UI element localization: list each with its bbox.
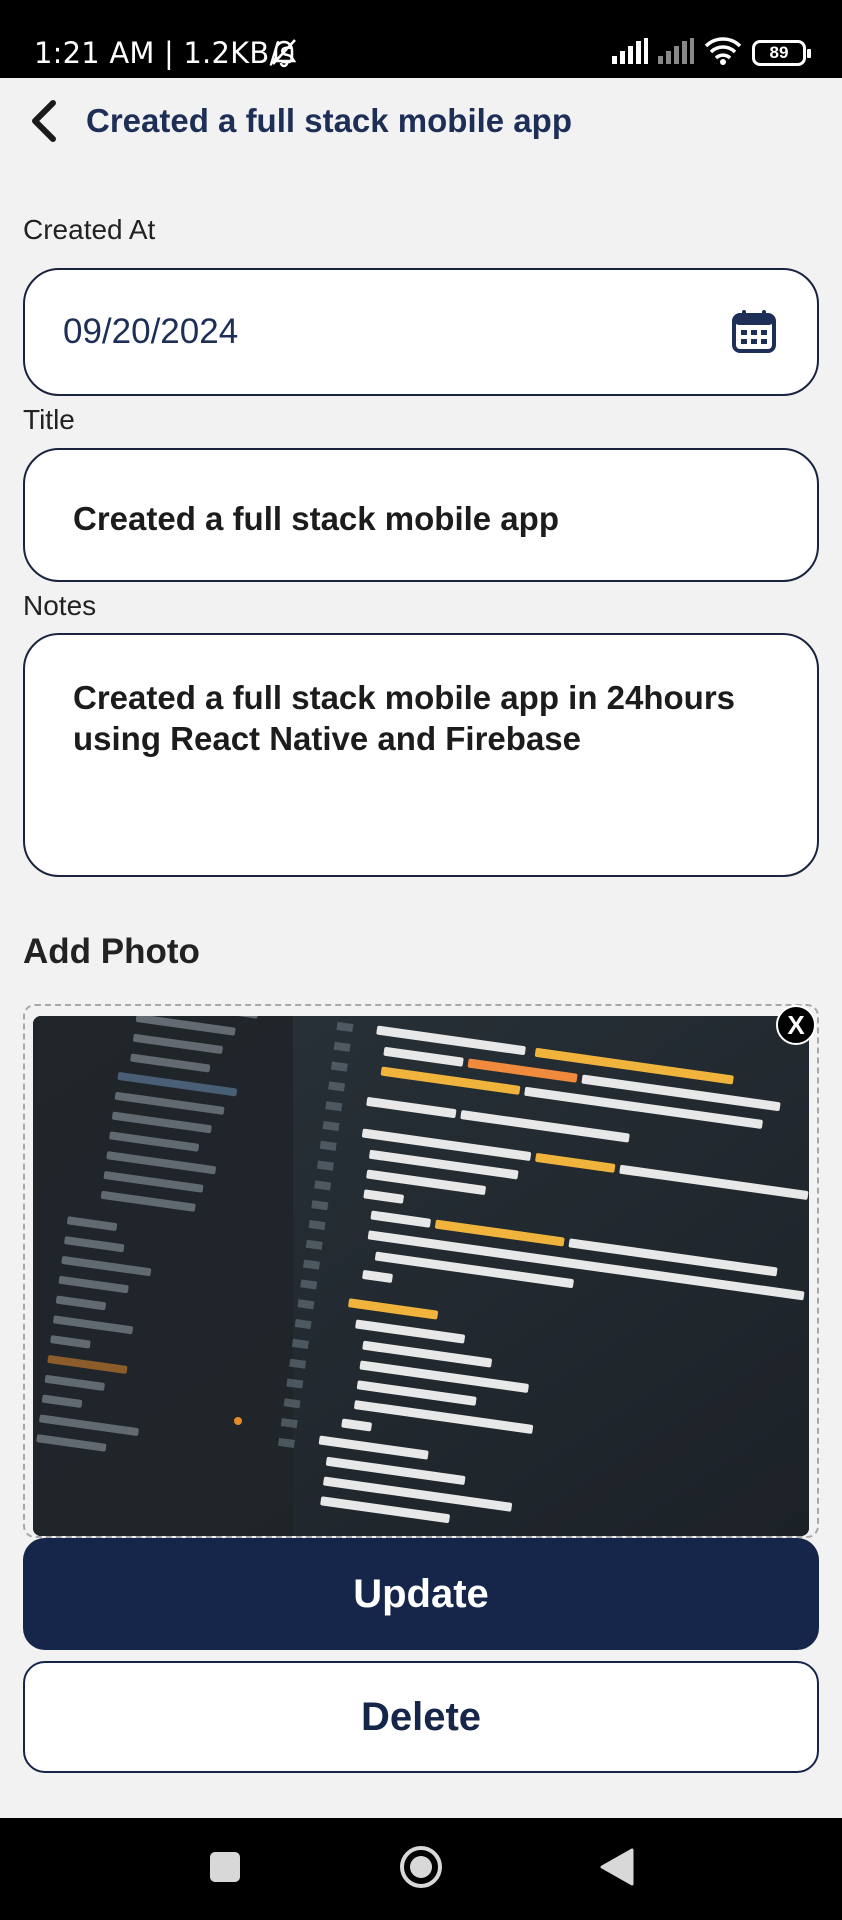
title-value: Created a full stack mobile app (73, 500, 559, 537)
signal-icon (658, 37, 694, 69)
header: Created a full stack mobile app (0, 78, 842, 168)
bell-muted-icon (268, 36, 300, 73)
photo-dropzone[interactable] (23, 1004, 819, 1538)
home-button[interactable] (386, 1818, 456, 1920)
recents-button[interactable] (190, 1818, 260, 1920)
date-field[interactable]: 09/20/2024 (23, 268, 819, 396)
signal-icon (612, 37, 648, 69)
title-input[interactable]: Created a full stack mobile app (23, 448, 819, 582)
date-value: 09/20/2024 (63, 312, 239, 351)
title-label: Title (23, 404, 75, 435)
notes-input[interactable]: Created a full stack mobile app in 24hou… (23, 633, 819, 877)
wifi-icon (704, 36, 742, 70)
calendar-icon[interactable] (731, 308, 777, 354)
back-nav-button[interactable] (582, 1818, 652, 1920)
status-time: 1:21 AM | 1.2KB/s (34, 36, 295, 70)
add-photo-label: Add Photo (23, 932, 200, 971)
remove-photo-button[interactable]: X (776, 1005, 816, 1045)
battery-level: 89 (769, 43, 789, 62)
notes-label: Notes (23, 590, 97, 621)
system-nav-bar (0, 1818, 842, 1920)
update-button[interactable]: Update (23, 1538, 819, 1650)
status-bar: 1:21 AM | 1.2KB/s 89 (0, 0, 842, 78)
recents-square-icon (209, 1851, 241, 1888)
back-triangle-icon (600, 1848, 634, 1891)
home-circle-icon (398, 1844, 444, 1895)
battery-icon: 89 (752, 40, 811, 66)
status-icons: 89 (612, 36, 811, 70)
delete-button[interactable]: Delete (23, 1661, 819, 1773)
page-title: Created a full stack mobile app (86, 102, 572, 139)
notes-value: Created a full stack mobile app in 24hou… (73, 679, 736, 757)
back-button[interactable] (22, 98, 66, 148)
created-at-label: Created At (23, 214, 156, 245)
chevron-left-icon (29, 99, 59, 148)
photo-preview (33, 1016, 809, 1536)
